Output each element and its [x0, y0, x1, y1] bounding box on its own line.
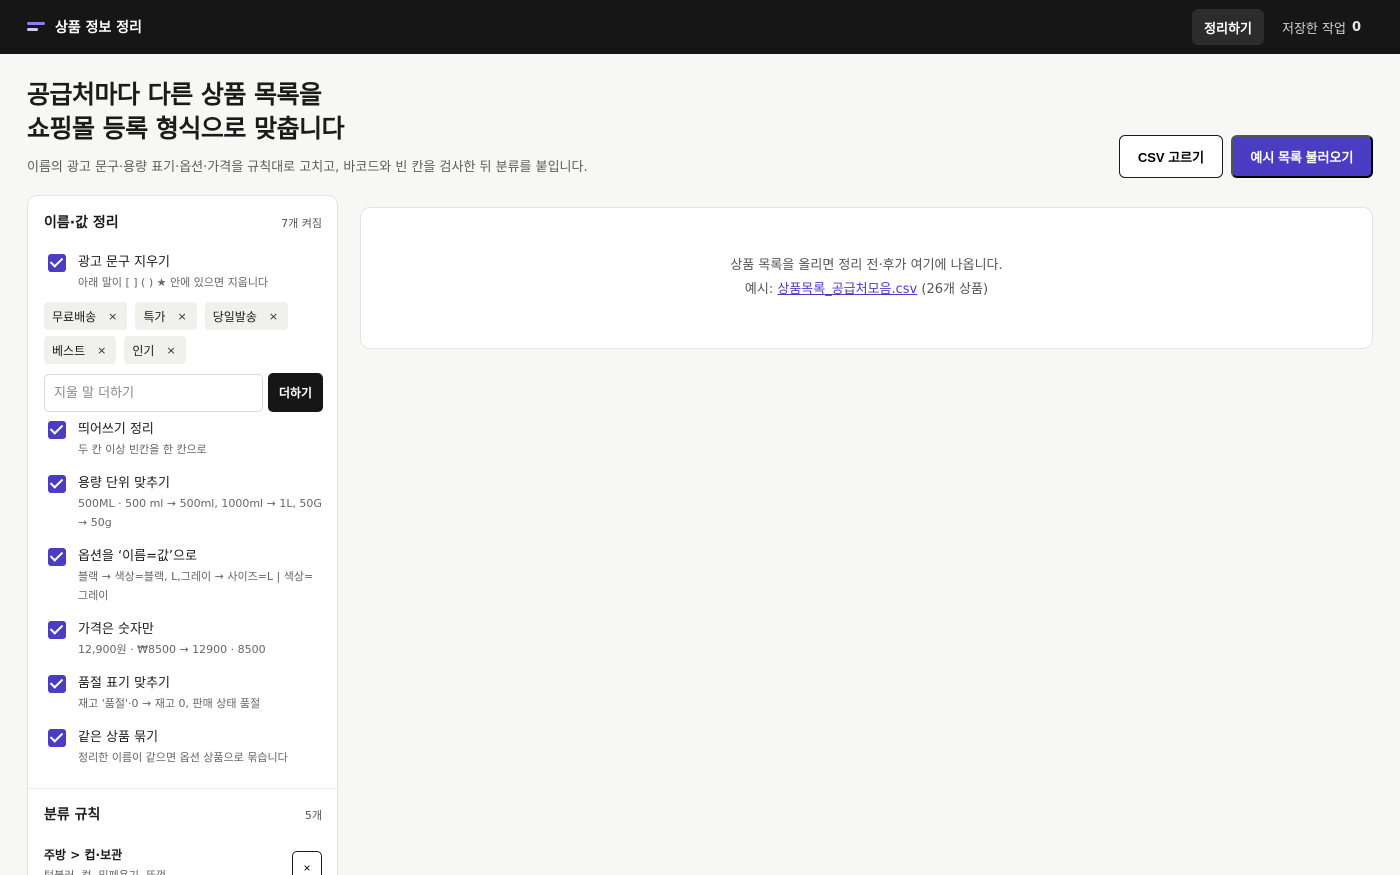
option-desc: 블랙 → 색상=블랙, L,그레이 → 사이즈=L | 색상=그레이 — [78, 570, 314, 602]
cleanup-section-title: 이름·값 정리 — [44, 215, 119, 231]
chip-remove-icon[interactable]: × — [177, 310, 186, 323]
page-title: 공급처마다 다른 상품 목록을 쇼핑몰 등록 형식으로 맞춥니다 — [27, 78, 727, 146]
option-group-products: 같은 상품 묶기 정리한 이름이 같으면 옵션 상품으로 묶습니다 — [48, 729, 323, 767]
checkbox-name-value-options[interactable] — [48, 548, 66, 566]
example-file-link[interactable]: 상품목록_공급처모음.csv — [777, 282, 917, 297]
chip-remove-icon[interactable]: × — [269, 310, 278, 323]
checkbox-price-digits[interactable] — [48, 621, 66, 639]
chip-label: 특가 — [143, 309, 166, 324]
option-label: 용량 단위 맞추기 — [78, 476, 170, 491]
remove-category-rule-button[interactable]: × — [292, 851, 322, 875]
option-desc: 두 칸 이상 빈칸을 한 칸으로 — [78, 443, 207, 456]
cleanup-enabled-count: 7개 켜짐 — [281, 217, 322, 230]
cleanup-section-header: 이름·값 정리 7개 켜짐 — [44, 212, 322, 232]
category-rule-name: 주방 > 컵·보관 — [44, 848, 123, 862]
section-divider — [28, 788, 337, 789]
option-label: 가격은 숫자만 — [78, 622, 154, 637]
rules-panel: 이름·값 정리 7개 켜짐 광고 문구 지우기 아래 말이 [ ] ( ) ★ … — [27, 195, 338, 875]
category-rule-desc: 텀블러, 컵, 밀폐용기, 뚜껑 — [44, 867, 166, 875]
chip: 인기 × — [124, 336, 186, 364]
chip: 당일발송 × — [204, 302, 289, 330]
option-label: 띄어쓰기 정리 — [78, 422, 154, 437]
option-desc: 정리한 이름이 같으면 옵션 상품으로 묶습니다 — [78, 751, 288, 764]
category-section-header: 분류 규칙 5개 — [44, 804, 322, 824]
option-normalize-spacing: 띄어쓰기 정리 두 칸 이상 빈칸을 한 칸으로 — [48, 421, 323, 459]
category-section-title: 분류 규칙 — [44, 807, 101, 823]
option-label: 옵션을 ‘이름=값’으로 — [78, 549, 197, 564]
tab-saved-label: 저장한 작업 — [1282, 21, 1346, 37]
menu-lines-icon — [27, 22, 45, 32]
preview-panel: 상품 목록을 올리면 정리 전·후가 여기에 나옵니다. 예시: 상품목록_공급… — [360, 207, 1373, 349]
example-count: (26개 상품) — [921, 282, 989, 297]
option-desc: 500ML · 500 ml → 500ml, 1000ml → 1L, 50G… — [78, 497, 322, 529]
option-name-value-options: 옵션을 ‘이름=값’으로 블랙 → 색상=블랙, L,그레이 → 사이즈=L |… — [48, 548, 323, 605]
chip-label: 베스트 — [52, 343, 86, 358]
option-volume-units: 용량 단위 맞추기 500ML · 500 ml → 500ml, 1000ml… — [48, 475, 323, 532]
chip-label: 당일발송 — [212, 309, 257, 324]
page-title-line2: 쇼핑몰 등록 형식으로 맞춥니다 — [27, 114, 345, 143]
option-label: 광고 문구 지우기 — [78, 255, 170, 270]
preview-empty-message: 상품 목록을 올리면 정리 전·후가 여기에 나옵니다. — [730, 258, 1003, 273]
chip-label: 무료배송 — [52, 309, 97, 324]
preview-example-line: 예시: 상품목록_공급처모음.csv (26개 상품) — [745, 278, 988, 302]
top-bar: 상품 정보 정리 정리하기 저장한 작업 0 — [0, 0, 1400, 54]
add-ad-word-input[interactable] — [44, 374, 263, 412]
category-rule-count: 5개 — [304, 809, 322, 822]
ad-word-chips: 무료배송 × 특가 × 당일발송 × 베스트 × 인기 × — [44, 302, 324, 364]
option-label: 품절 표기 맞추기 — [78, 676, 170, 691]
option-desc: 아래 말이 [ ] ( ) ★ 안에 있으면 지웁니다 — [78, 276, 269, 289]
checkbox-group-products[interactable] — [48, 729, 66, 747]
load-sample-button[interactable]: 예시 목록 불러오기 — [1231, 135, 1373, 178]
page-subtitle: 이름의 광고 문구·용량 표기·옵션·가격을 규칙대로 고치고, 바코드와 빈 … — [27, 160, 588, 175]
checkbox-volume-units[interactable] — [48, 475, 66, 493]
chip-label: 인기 — [132, 343, 155, 358]
checkbox-sold-out[interactable] — [48, 675, 66, 693]
app-title: 상품 정보 정리 — [55, 20, 143, 36]
option-price-digits: 가격은 숫자만 12,900원 · ₩8500 → 12900 · 8500 — [48, 621, 323, 659]
option-desc: 재고 '품절'·0 → 재고 0, 판매 상태 품절 — [78, 697, 261, 710]
chip: 특가 × — [135, 302, 197, 330]
chip: 베스트 × — [44, 336, 117, 364]
tab-tidy-label: 정리하기 — [1204, 21, 1253, 37]
checkbox-remove-ad-words[interactable] — [48, 254, 66, 272]
page-title-line1: 공급처마다 다른 상품 목록을 — [27, 80, 322, 109]
tab-tidy[interactable]: 정리하기 — [1192, 9, 1265, 45]
top-nav: 정리하기 저장한 작업 0 — [1192, 9, 1373, 45]
option-sold-out: 품절 표기 맞추기 재고 '품절'·0 → 재고 0, 판매 상태 품절 — [48, 675, 323, 713]
brand: 상품 정보 정리 — [27, 17, 142, 37]
add-ad-word-button[interactable]: 더하기 — [268, 373, 323, 412]
saved-count-badge: 0 — [1351, 19, 1361, 35]
tab-saved-work[interactable]: 저장한 작업 0 — [1270, 9, 1373, 45]
chip-remove-icon[interactable]: × — [166, 344, 175, 357]
choose-csv-button[interactable]: CSV 고르기 — [1119, 135, 1223, 178]
chip: 무료배송 × — [44, 302, 128, 330]
option-remove-ad-words: 광고 문구 지우기 아래 말이 [ ] ( ) ★ 안에 있으면 지웁니다 — [48, 254, 323, 292]
chip-remove-icon[interactable]: × — [97, 344, 106, 357]
option-label: 같은 상품 묶기 — [78, 730, 159, 745]
checkbox-normalize-spacing[interactable] — [48, 421, 66, 439]
option-desc: 12,900원 · ₩8500 → 12900 · 8500 — [78, 643, 266, 656]
chip-remove-icon[interactable]: × — [108, 310, 117, 323]
example-prefix: 예시: — [744, 282, 774, 297]
